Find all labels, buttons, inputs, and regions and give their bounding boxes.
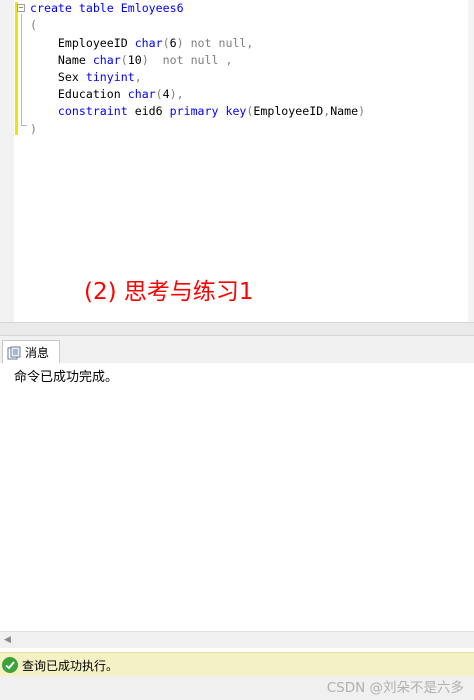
annotation-label: (2) 思考与练习1 (84, 279, 254, 305)
code-token: ( (155, 87, 163, 101)
code-token: char (134, 36, 163, 50)
code-token: char (127, 87, 156, 101)
editor-gutter (0, 0, 14, 322)
sql-editor[interactable]: − create table Emloyees6( EmployeeID cha… (0, 0, 474, 322)
code-token: 4 (162, 87, 170, 101)
code-token: ) (141, 53, 163, 67)
tab-messages-label: 消息 (25, 345, 50, 360)
messages-icon (7, 345, 21, 360)
collapse-icon[interactable]: − (17, 4, 25, 12)
code-token: 10 (127, 53, 142, 67)
messages-panel[interactable]: 命令已成功完成。 (0, 363, 474, 631)
code-token: EmployeeID (253, 104, 324, 118)
code-token: 6 (169, 36, 177, 50)
code-token: ( (30, 18, 37, 32)
code-token: primary key (169, 104, 247, 118)
code-token: ( (162, 36, 170, 50)
code-token: char (92, 53, 121, 67)
code-line: create table Emloyees6 (30, 0, 184, 17)
code-token: ) (176, 36, 191, 50)
code-token: ) (358, 104, 366, 118)
code-token: , (134, 70, 142, 84)
code-token: constraint (57, 104, 128, 118)
code-line: ( (30, 17, 37, 34)
code-token: ), (169, 87, 184, 101)
code-token: , (246, 36, 254, 50)
results-tabstrip: 消息 (0, 336, 474, 363)
code-token: create table (30, 1, 121, 15)
success-check-icon (2, 657, 18, 673)
code-token: Education (30, 87, 128, 101)
code-token: Name (330, 104, 359, 118)
code-token: not null (190, 36, 247, 50)
code-token: , (218, 53, 233, 67)
query-status-bar: 查询已成功执行。 (0, 652, 474, 676)
fold-guide-end (21, 125, 27, 126)
code-token: tinyint (85, 70, 135, 84)
message-text: 命令已成功完成。 (14, 370, 119, 385)
code-token: eid6 (127, 104, 170, 118)
code-line: constraint eid6 primary key(EmployeeID,N… (30, 103, 365, 120)
horizontal-scrollbar[interactable]: ◀ (0, 631, 474, 648)
status-text: 查询已成功执行。 (22, 659, 119, 673)
code-token: not null (162, 53, 219, 67)
code-token: ) (30, 122, 37, 136)
code-line: Name char(10) not null , (30, 52, 233, 69)
code-token: Emloyees6 (120, 1, 184, 15)
code-line: EmployeeID char(6) not null, (30, 35, 253, 52)
fold-guide-line (21, 14, 22, 126)
editor-vertical-scrollbar[interactable] (468, 0, 474, 322)
code-token: EmployeeID (30, 36, 135, 50)
watermark: CSDN @刘朵不是六多 (326, 680, 464, 696)
change-tracking-bar (15, 2, 18, 135)
code-line: Education char(4), (30, 86, 184, 103)
code-token: ( (120, 53, 128, 67)
pane-splitter[interactable] (0, 322, 474, 336)
code-token: Name (30, 53, 93, 67)
code-line: ) (30, 121, 37, 138)
code-token: Sex (30, 70, 86, 84)
code-line: Sex tinyint, (30, 69, 142, 86)
tab-messages[interactable]: 消息 (2, 340, 60, 363)
scroll-left-arrow-icon[interactable]: ◀ (4, 635, 11, 645)
